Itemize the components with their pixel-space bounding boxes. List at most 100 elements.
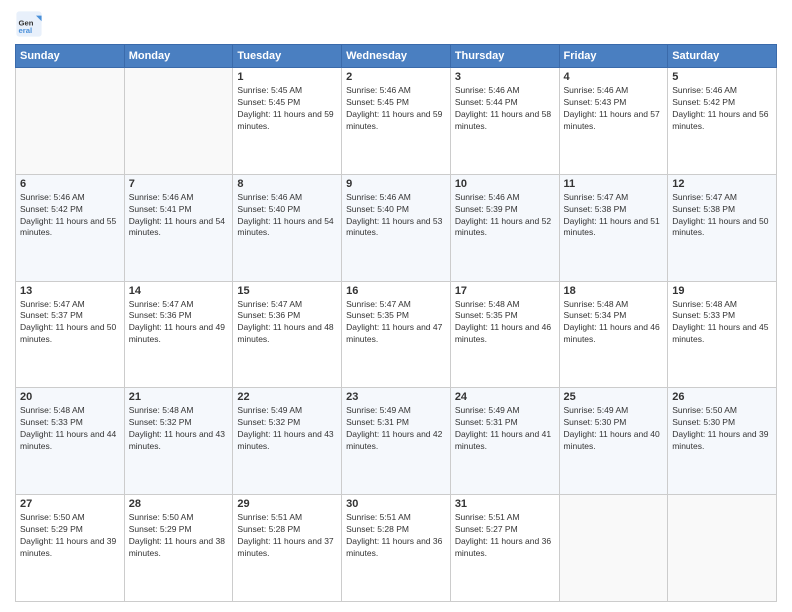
calendar-header-monday: Monday [124,45,233,68]
calendar-week-row: 13Sunrise: 5:47 AMSunset: 5:37 PMDayligh… [16,281,777,388]
day-info: Sunrise: 5:50 AMSunset: 5:30 PMDaylight:… [672,405,772,453]
header: Gen eral [15,10,777,38]
day-number: 5 [672,71,772,83]
calendar-header-thursday: Thursday [450,45,559,68]
calendar-cell: 12Sunrise: 5:47 AMSunset: 5:38 PMDayligh… [668,174,777,281]
day-info: Sunrise: 5:46 AMSunset: 5:40 PMDaylight:… [237,192,337,240]
calendar-cell: 2Sunrise: 5:46 AMSunset: 5:45 PMDaylight… [342,68,451,175]
day-info: Sunrise: 5:46 AMSunset: 5:39 PMDaylight:… [455,192,555,240]
calendar-cell: 26 Sunrise: 5:50 AMSunset: 5:30 PMDayligh… [668,388,777,495]
day-info: Sunrise: 5:48 AMSunset: 5:34 PMDaylight:… [564,299,664,347]
calendar-cell: 13Sunrise: 5:47 AMSunset: 5:37 PMDayligh… [16,281,125,388]
day-number: 23 [346,391,446,403]
day-number: 14 [129,285,229,297]
day-info: Sunrise: 5:47 AMSunset: 5:38 PMDaylight:… [672,192,772,240]
calendar-cell [668,495,777,602]
day-number: 29 [237,498,337,510]
day-info: Sunrise: 5:50 AMSunset: 5:29 PMDaylight:… [129,512,229,560]
day-info: Sunrise: 5:50 AMSunset: 5:29 PMDaylight:… [20,512,120,560]
day-number: 24 [455,391,555,403]
calendar-cell: 7 Sunrise: 5:46 AMSunset: 5:41 PMDaylight… [124,174,233,281]
day-info: Sunrise: 5:51 AMSunset: 5:27 PMDaylight:… [455,512,555,560]
calendar-header-saturday: Saturday [668,45,777,68]
day-number: 2 [346,71,446,83]
day-info: Sunrise: 5:46 AMSunset: 5:40 PMDaylight:… [346,192,446,240]
day-number: 27 [20,498,120,510]
day-number: 4 [564,71,664,83]
day-number: 1 [237,71,337,83]
logo: Gen eral [15,10,47,38]
calendar-header-tuesday: Tuesday [233,45,342,68]
calendar-cell: 9 Sunrise: 5:46 AMSunset: 5:40 PMDaylight… [342,174,451,281]
day-info: Sunrise: 5:46 AMSunset: 5:42 PMDaylight:… [20,192,120,240]
calendar-cell: 15 Sunrise: 5:47 AMSunset: 5:36 PMDayligh… [233,281,342,388]
day-info: Sunrise: 5:51 AMSunset: 5:28 PMDaylight:… [237,512,337,560]
calendar-cell: 24 Sunrise: 5:49 AMSunset: 5:31 PMDayligh… [450,388,559,495]
calendar-cell [16,68,125,175]
calendar-cell: 21 Sunrise: 5:48 AMSunset: 5:32 PMDayligh… [124,388,233,495]
calendar-cell: 10 Sunrise: 5:46 AMSunset: 5:39 PMDayligh… [450,174,559,281]
day-info: Sunrise: 5:48 AMSunset: 5:35 PMDaylight:… [455,299,555,347]
day-number: 3 [455,71,555,83]
calendar-week-row: 1 Sunrise: 5:45 AMSunset: 5:45 PMDaylight… [16,68,777,175]
calendar-cell: 18 Sunrise: 5:48 AMSunset: 5:34 PMDayligh… [559,281,668,388]
calendar-cell [559,495,668,602]
day-number: 30 [346,498,446,510]
day-info: Sunrise: 5:49 AMSunset: 5:31 PMDaylight:… [455,405,555,453]
day-number: 7 [129,178,229,190]
day-info: Sunrise: 5:46 AMSunset: 5:44 PMDaylight:… [455,85,555,133]
day-info: Sunrise: 5:46 AMSunset: 5:43 PMDaylight:… [564,85,664,133]
day-info: Sunrise: 5:47 AMSunset: 5:36 PMDaylight:… [237,299,337,347]
day-info: Sunrise: 5:48 AMSunset: 5:33 PMDaylight:… [20,405,120,453]
calendar-cell: 30 Sunrise: 5:51 AMSunset: 5:28 PMDayligh… [342,495,451,602]
day-number: 31 [455,498,555,510]
calendar-cell: 29 Sunrise: 5:51 AMSunset: 5:28 PMDayligh… [233,495,342,602]
calendar-cell: 19 Sunrise: 5:48 AMSunset: 5:33 PMDayligh… [668,281,777,388]
calendar-header-friday: Friday [559,45,668,68]
day-number: 9 [346,178,446,190]
day-number: 18 [564,285,664,297]
day-number: 20 [20,391,120,403]
calendar-week-row: 27 Sunrise: 5:50 AMSunset: 5:29 PMDayligh… [16,495,777,602]
logo-icon: Gen eral [15,10,43,38]
calendar-cell: 3 Sunrise: 5:46 AMSunset: 5:44 PMDaylight… [450,68,559,175]
day-info: Sunrise: 5:48 AMSunset: 5:32 PMDaylight:… [129,405,229,453]
calendar-header-sunday: Sunday [16,45,125,68]
day-info: Sunrise: 5:46 AMSunset: 5:41 PMDaylight:… [129,192,229,240]
day-info: Sunrise: 5:47 AMSunset: 5:36 PMDaylight:… [129,299,229,347]
day-number: 21 [129,391,229,403]
day-info: Sunrise: 5:47 AMSunset: 5:38 PMDaylight:… [564,192,664,240]
day-number: 11 [564,178,664,190]
day-number: 17 [455,285,555,297]
calendar-week-row: 20 Sunrise: 5:48 AMSunset: 5:33 PMDayligh… [16,388,777,495]
day-info: Sunrise: 5:47 AMSunset: 5:37 PMDaylight:… [20,299,120,347]
calendar-cell: 14 Sunrise: 5:47 AMSunset: 5:36 PMDayligh… [124,281,233,388]
day-info: Sunrise: 5:45 AMSunset: 5:45 PMDaylight:… [237,85,337,133]
calendar-cell: 17 Sunrise: 5:48 AMSunset: 5:35 PMDayligh… [450,281,559,388]
calendar-cell: 16Sunrise: 5:47 AMSunset: 5:35 PMDayligh… [342,281,451,388]
day-number: 15 [237,285,337,297]
day-number: 28 [129,498,229,510]
day-info: Sunrise: 5:47 AMSunset: 5:35 PMDaylight:… [346,299,446,347]
calendar-cell: 4 Sunrise: 5:46 AMSunset: 5:43 PMDaylight… [559,68,668,175]
calendar-cell: 11 Sunrise: 5:47 AMSunset: 5:38 PMDayligh… [559,174,668,281]
day-info: Sunrise: 5:48 AMSunset: 5:33 PMDaylight:… [672,299,772,347]
calendar-header-wednesday: Wednesday [342,45,451,68]
calendar-cell: 22Sunrise: 5:49 AMSunset: 5:32 PMDayligh… [233,388,342,495]
day-number: 6 [20,178,120,190]
day-number: 8 [237,178,337,190]
day-info: Sunrise: 5:51 AMSunset: 5:28 PMDaylight:… [346,512,446,560]
day-number: 19 [672,285,772,297]
day-number: 10 [455,178,555,190]
day-number: 26 [672,391,772,403]
day-number: 25 [564,391,664,403]
page: Gen eral SundayMondayTuesdayWednesdayThu… [0,0,792,612]
calendar-cell [124,68,233,175]
day-info: Sunrise: 5:49 AMSunset: 5:31 PMDaylight:… [346,405,446,453]
calendar-cell: 8 Sunrise: 5:46 AMSunset: 5:40 PMDaylight… [233,174,342,281]
day-info: Sunrise: 5:49 AMSunset: 5:30 PMDaylight:… [564,405,664,453]
calendar-table: SundayMondayTuesdayWednesdayThursdayFrid… [15,44,777,602]
calendar-header-row: SundayMondayTuesdayWednesdayThursdayFrid… [16,45,777,68]
calendar-week-row: 6 Sunrise: 5:46 AMSunset: 5:42 PMDaylight… [16,174,777,281]
calendar-cell: 6 Sunrise: 5:46 AMSunset: 5:42 PMDaylight… [16,174,125,281]
